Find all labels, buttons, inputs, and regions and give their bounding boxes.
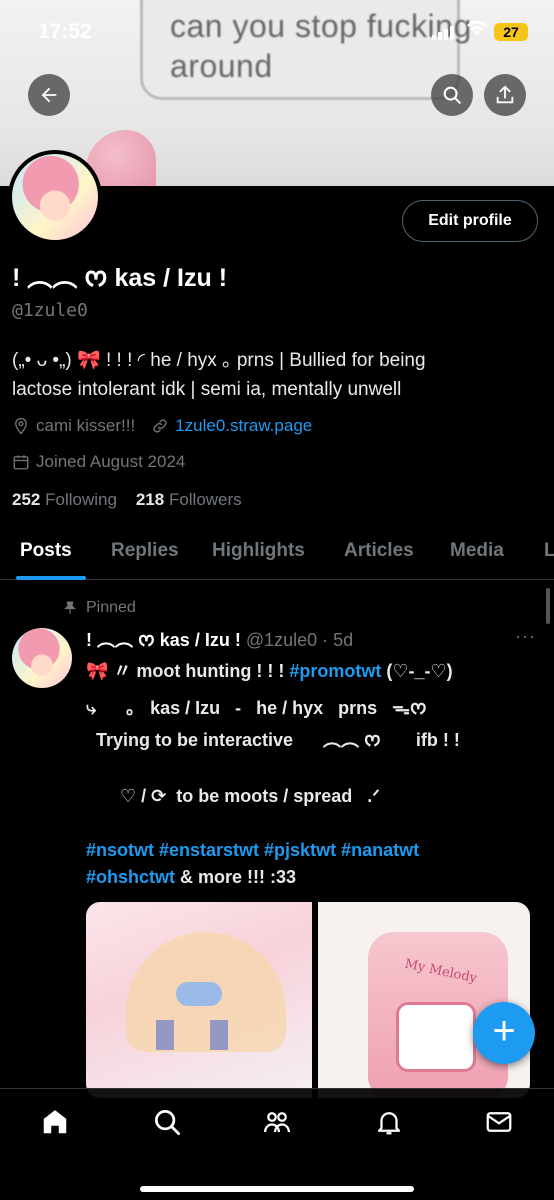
- pin-icon: [64, 601, 76, 614]
- arrow-left-icon: [41, 87, 57, 103]
- bio-line: lactose intolerant idk | semi ia, mental…: [12, 379, 402, 400]
- tab-replies[interactable]: Replies: [111, 540, 179, 562]
- profile-tabs: Posts Replies Highlights Articles Media …: [0, 528, 554, 580]
- profile-location: cami kisser!!!: [36, 416, 136, 435]
- post-text-line: 🎀 〃 moot hunting ! ! ! #promotwt (♡-_-♡): [86, 657, 453, 683]
- image-shape: [156, 1020, 246, 1050]
- followers-link[interactable]: 218 Followers: [136, 490, 242, 509]
- messages-icon[interactable]: [484, 1107, 514, 1137]
- hashtag-link[interactable]: #promotwt: [289, 661, 381, 681]
- follow-stats: 252 Following 218 Followers: [12, 490, 242, 510]
- location-icon: [15, 417, 27, 435]
- tab-articles[interactable]: Articles: [344, 540, 414, 562]
- post-text-line: #ohshctwt & more !!! :33: [86, 867, 296, 888]
- more-options-icon[interactable]: ···: [515, 626, 536, 647]
- profile-joined: Joined August 2024: [36, 452, 186, 471]
- tab-likes[interactable]: L: [544, 540, 554, 562]
- following-label: Following: [45, 490, 117, 509]
- search-button[interactable]: [431, 74, 473, 116]
- compose-button[interactable]: +: [473, 1002, 535, 1064]
- post-author-avatar[interactable]: [12, 628, 72, 688]
- post-text-line: ⤷ ｡ kas / Izu - he / hyx prns ᯓᰔ: [86, 698, 427, 718]
- followers-label: Followers: [168, 490, 242, 509]
- scrollbar[interactable]: [546, 588, 550, 624]
- display-name: ! ︵︵ ᰔ kas / Izu !: [12, 264, 228, 292]
- share-icon: [496, 85, 514, 104]
- bottom-nav: [0, 1088, 554, 1200]
- post-image-1[interactable]: [86, 902, 312, 1098]
- following-count: 252: [12, 490, 41, 509]
- profile-bio: („• ᴗ •„) 🎀 ! ! ! ◜ he / hyx ｡ prns | Bu…: [12, 346, 542, 404]
- post-text: 🎀 〃 moot hunting ! ! !: [86, 661, 290, 681]
- image-shape: [176, 982, 222, 1006]
- communities-icon[interactable]: [262, 1107, 292, 1137]
- battery-icon: 27: [494, 23, 528, 41]
- tab-posts[interactable]: Posts: [20, 540, 72, 562]
- status-time: 17:52: [38, 20, 92, 43]
- post-text: (♡-_-♡): [381, 661, 453, 681]
- post-text-line: Trying to be interactive ︵︵ ᰔ ifb ! !: [86, 730, 460, 750]
- active-tab-indicator: [16, 576, 86, 580]
- share-button[interactable]: [484, 74, 526, 116]
- profile-website-link[interactable]: 1zule0.straw.page: [175, 416, 312, 436]
- wifi-icon: [466, 20, 488, 41]
- post-text-line: ♡ / ⟳ to be moots / spread .ᐟ: [120, 786, 380, 806]
- tab-media[interactable]: Media: [450, 540, 504, 562]
- edit-profile-button[interactable]: Edit profile: [402, 200, 538, 242]
- status-bar: 17:52 27: [0, 0, 554, 64]
- link-icon: [153, 419, 167, 433]
- pinned-label: Pinned: [86, 599, 136, 616]
- notifications-icon[interactable]: [374, 1107, 404, 1137]
- home-icon[interactable]: [40, 1107, 70, 1137]
- post-author-name[interactable]: ! ︵︵ ᰔ kas / Izu !: [86, 630, 241, 650]
- search-icon: [443, 86, 461, 104]
- hashtag-link[interactable]: #ohshctwt: [86, 867, 175, 887]
- hashtag-links[interactable]: #nsotwt #enstarstwt #pjsktwt #nanatwt: [86, 840, 419, 861]
- bio-line: („• ᴗ •„) 🎀 ! ! ! ◜ he / hyx ｡ prns | Bu…: [12, 350, 426, 371]
- profile-meta-row: cami kisser!!! 1zule0.straw.page: [12, 416, 312, 436]
- profile-avatar[interactable]: [8, 150, 102, 244]
- post-image-2[interactable]: My Melody: [318, 902, 530, 1098]
- followers-count: 218: [135, 490, 165, 509]
- pinned-indicator: Pinned: [62, 599, 136, 617]
- tab-highlights[interactable]: Highlights: [212, 540, 305, 562]
- image-shape: [396, 1002, 476, 1072]
- post-text: & more !!! :33: [175, 867, 297, 887]
- post-header: ! ︵︵ ᰔ kas / Izu ! @1zule0 · 5d: [86, 626, 353, 655]
- calendar-icon: [13, 455, 29, 470]
- cellular-signal-icon: [432, 26, 456, 40]
- post-handle-time: @1zule0 · 5d: [245, 630, 354, 650]
- profile-handle: @1zule0: [12, 300, 88, 321]
- profile-joined-row: Joined August 2024: [12, 452, 185, 472]
- following-link[interactable]: 252 Following: [12, 490, 117, 509]
- back-button[interactable]: [28, 74, 70, 116]
- home-indicator[interactable]: [140, 1186, 414, 1192]
- plus-icon: +: [492, 1009, 516, 1053]
- search-nav-icon[interactable]: [152, 1107, 182, 1137]
